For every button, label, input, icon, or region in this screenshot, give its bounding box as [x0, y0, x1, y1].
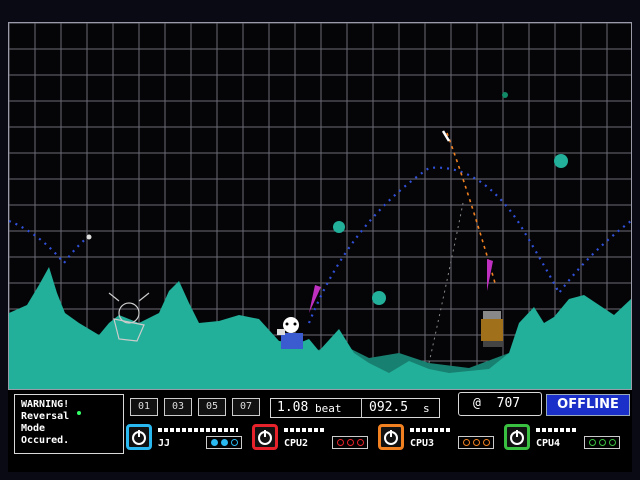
character-cpu3: [481, 311, 503, 347]
field-canvas: [9, 23, 631, 389]
beat-unit: beat: [315, 402, 342, 415]
life-dot: [609, 439, 616, 446]
player-slot[interactable]: JJ: [126, 424, 252, 454]
power-icon[interactable]: [126, 424, 152, 450]
life-dot: [473, 439, 480, 446]
player-name: CPU3: [410, 438, 435, 449]
power-bar: [284, 428, 324, 432]
orb: [554, 154, 568, 168]
page-07[interactable]: 07: [232, 398, 260, 416]
time-value: 092.5: [369, 400, 409, 415]
orb: [502, 92, 508, 98]
lives-indicator: [584, 436, 620, 449]
life-dot: [231, 439, 238, 446]
life-dot: [483, 439, 490, 446]
power-bar: [536, 428, 576, 432]
orb: [333, 221, 345, 233]
page-01[interactable]: 01: [130, 398, 158, 416]
time-unit: s: [423, 402, 430, 415]
life-dot: [221, 439, 228, 446]
lives-indicator: [206, 436, 242, 449]
life-dot: [589, 439, 596, 446]
player-slot[interactable]: CPU3: [378, 424, 504, 454]
player-slot[interactable]: CPU2: [252, 424, 378, 454]
warning-line: Reversal: [21, 411, 70, 422]
power-icon[interactable]: [252, 424, 278, 450]
game-screen: WARNING! Reversal Mode Occured. 01 03 05…: [0, 0, 640, 480]
warning-line: WARNING!: [21, 399, 70, 410]
terrain-front: [9, 267, 631, 389]
power-icon[interactable]: [378, 424, 404, 450]
life-dot: [347, 439, 354, 446]
life-dot: [599, 439, 606, 446]
bullet: [86, 234, 92, 240]
playfield: [8, 22, 632, 390]
page-03[interactable]: 03: [164, 398, 192, 416]
warning-panel: WARNING! Reversal Mode Occured.: [14, 394, 124, 454]
life-dot: [357, 439, 364, 446]
score-prefix: @: [473, 396, 481, 411]
score-display: @ 707: [458, 392, 542, 416]
power-bar: [158, 428, 238, 432]
warning-line: Occured.: [21, 435, 70, 446]
player-name: CPU4: [536, 438, 561, 449]
warning-line: Mode: [21, 423, 46, 434]
page-selector: 01 03 05 07: [130, 398, 262, 418]
hud-panel: WARNING! Reversal Mode Occured. 01 03 05…: [8, 390, 632, 472]
divider: [361, 399, 362, 417]
page-05[interactable]: 05: [198, 398, 226, 416]
player-name: JJ: [158, 438, 171, 449]
score-value: 707: [496, 396, 521, 411]
bullet: [441, 130, 451, 142]
life-dot: [463, 439, 470, 446]
player-slot[interactable]: CPU4: [504, 424, 630, 454]
power-bar: [410, 428, 450, 432]
beat-display: 1.08 beat 092.5 s: [270, 398, 440, 418]
player-name: CPU2: [284, 438, 309, 449]
connection-status: OFFLINE: [546, 394, 630, 416]
life-dot: [337, 439, 344, 446]
lives-indicator: [332, 436, 368, 449]
radar-dot: [77, 411, 81, 415]
power-icon[interactable]: [504, 424, 530, 450]
trajectory-arc: [9, 166, 631, 324]
orb: [372, 291, 386, 305]
beat-value: 1.08: [277, 400, 309, 415]
life-dot: [211, 439, 218, 446]
lives-indicator: [458, 436, 494, 449]
